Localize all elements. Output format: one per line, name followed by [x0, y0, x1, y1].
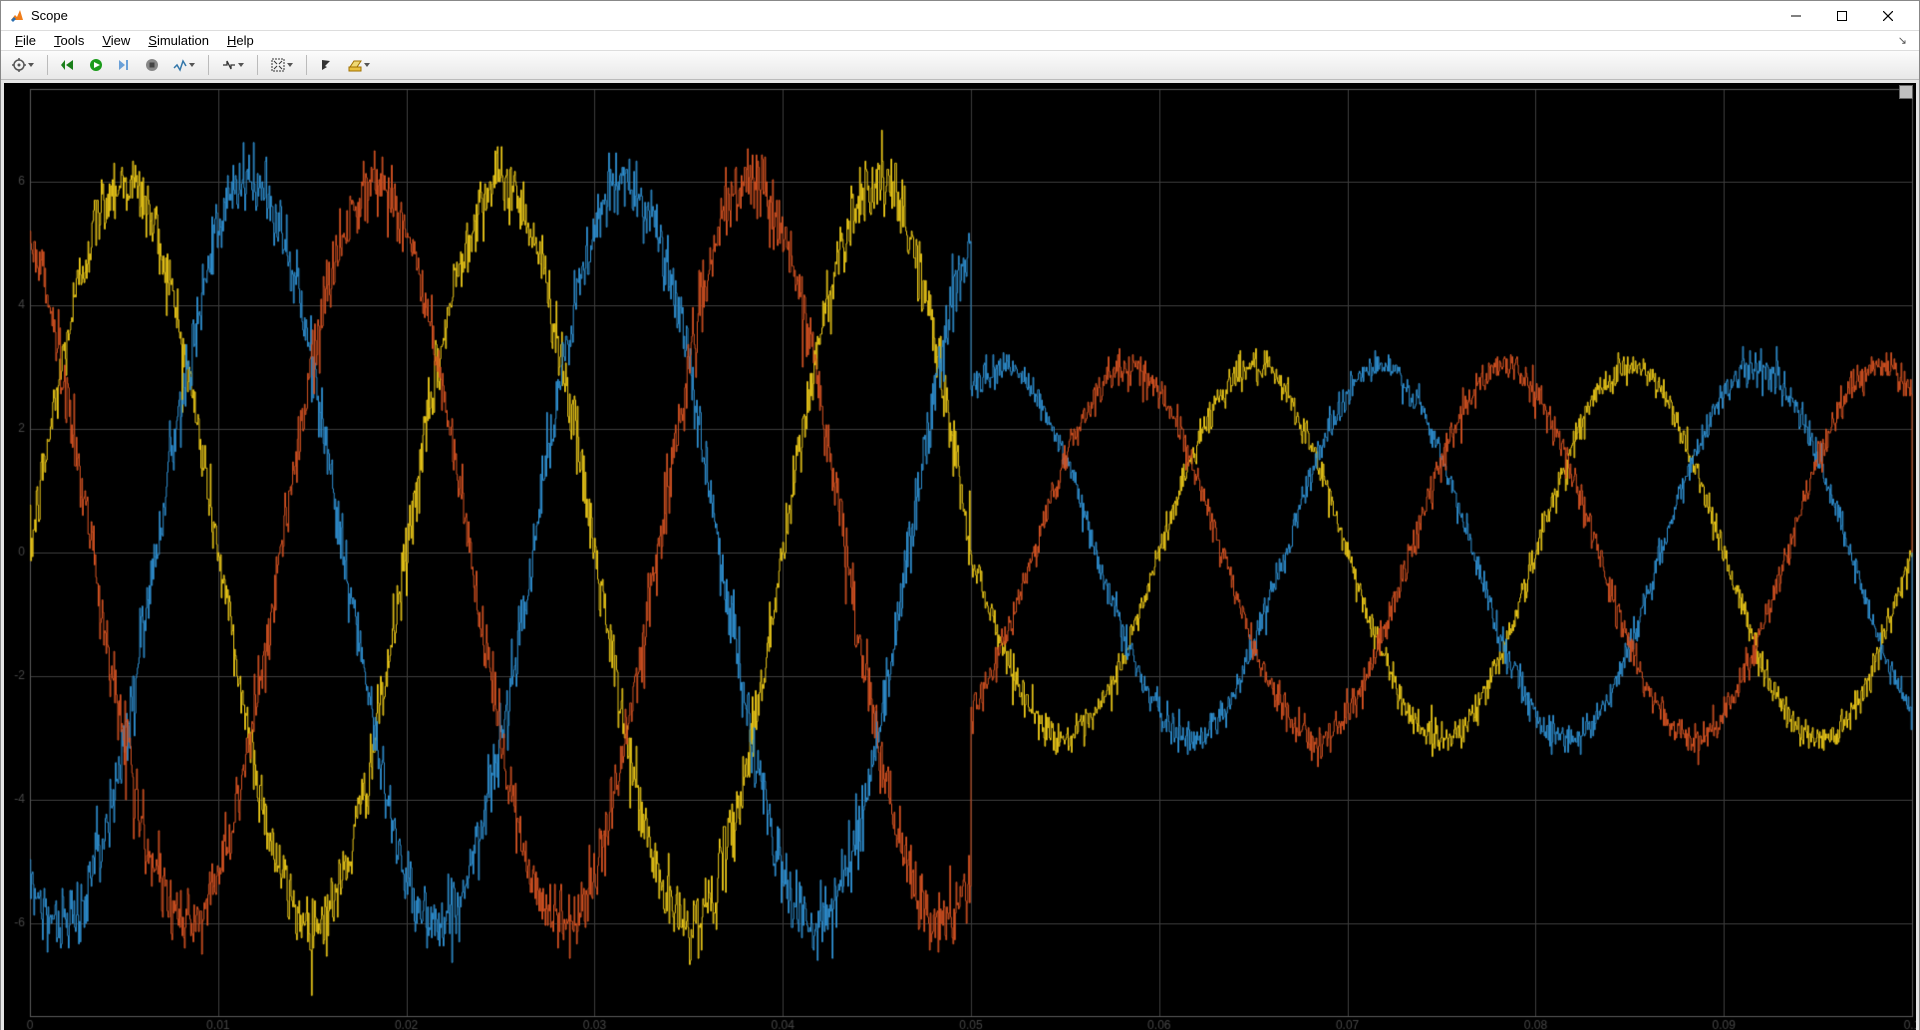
- window-title: Scope: [31, 8, 1773, 23]
- plot-area: [1, 80, 1919, 1030]
- toolbar-separator: [208, 55, 209, 75]
- axes-maximize-toggle[interactable]: [1899, 85, 1913, 99]
- measurements-button[interactable]: [343, 53, 375, 77]
- restart-button[interactable]: [56, 53, 80, 77]
- menu-tools[interactable]: Tools: [46, 31, 92, 50]
- menu-simulation[interactable]: Simulation: [140, 31, 217, 50]
- title-bar: Scope: [1, 1, 1919, 31]
- cursor-measurements-button[interactable]: [315, 53, 339, 77]
- menu-help[interactable]: Help: [219, 31, 262, 50]
- toolbar-separator: [306, 55, 307, 75]
- toolbar-separator: [257, 55, 258, 75]
- configure-properties-button[interactable]: [7, 53, 39, 77]
- toolbar-separator: [47, 55, 48, 75]
- highlight-step-button[interactable]: [168, 53, 200, 77]
- stop-button[interactable]: [140, 53, 164, 77]
- menu-bar: File Tools View Simulation Help ↘: [1, 31, 1919, 50]
- scope-canvas[interactable]: [4, 83, 1916, 1030]
- window-maximize-button[interactable]: [1819, 1, 1865, 31]
- toolbar: [1, 50, 1919, 80]
- run-button[interactable]: [84, 53, 108, 77]
- zoom-autoscale-button[interactable]: [266, 53, 298, 77]
- window-minimize-button[interactable]: [1773, 1, 1819, 31]
- menu-file[interactable]: File: [7, 31, 44, 50]
- trigger-button[interactable]: [217, 53, 249, 77]
- toolbar-overflow-icon[interactable]: ↘: [1892, 32, 1913, 49]
- menu-view[interactable]: View: [94, 31, 138, 50]
- window-close-button[interactable]: [1865, 1, 1911, 31]
- step-forward-button[interactable]: [112, 53, 136, 77]
- scope-window: Scope File Tools View Simulation Help ↘: [0, 0, 1920, 1030]
- matlab-app-icon: [9, 8, 25, 24]
